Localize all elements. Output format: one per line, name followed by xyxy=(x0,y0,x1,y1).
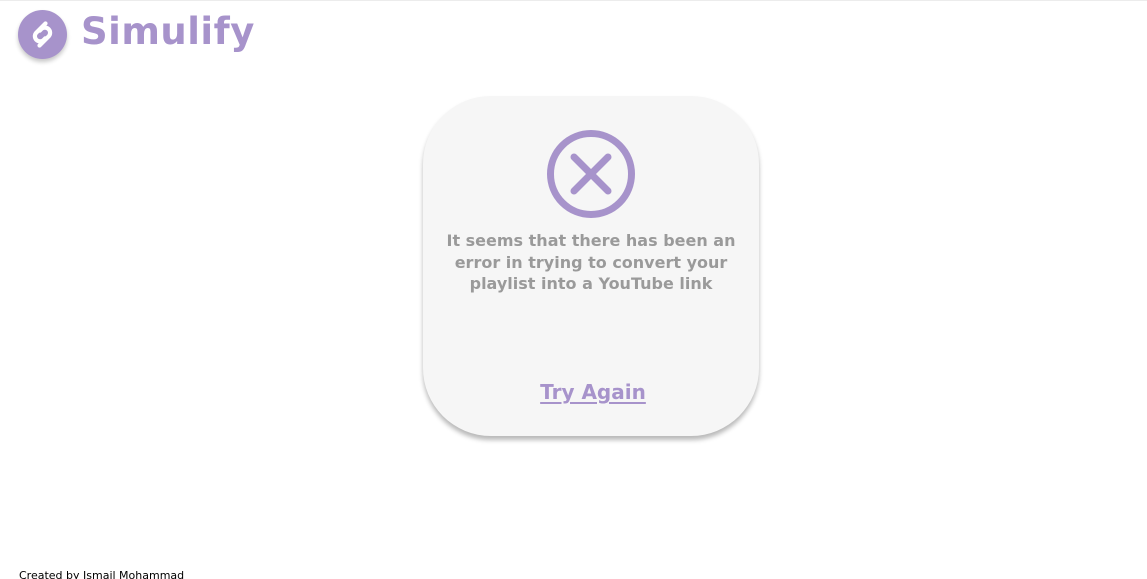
try-again-link[interactable]: Try Again xyxy=(423,380,763,404)
page: Simulify It seems that there has been an… xyxy=(0,0,1147,579)
error-message: It seems that there has been an error in… xyxy=(446,231,736,293)
x-circle-icon xyxy=(547,130,635,218)
brand-link[interactable]: Simulify xyxy=(18,10,255,59)
logo-icon xyxy=(18,10,67,59)
error-card: It seems that there has been an error in… xyxy=(423,96,759,436)
footer-credit: Created by Ismail Mohammad xyxy=(19,569,185,579)
app-name: Simulify xyxy=(81,10,255,53)
